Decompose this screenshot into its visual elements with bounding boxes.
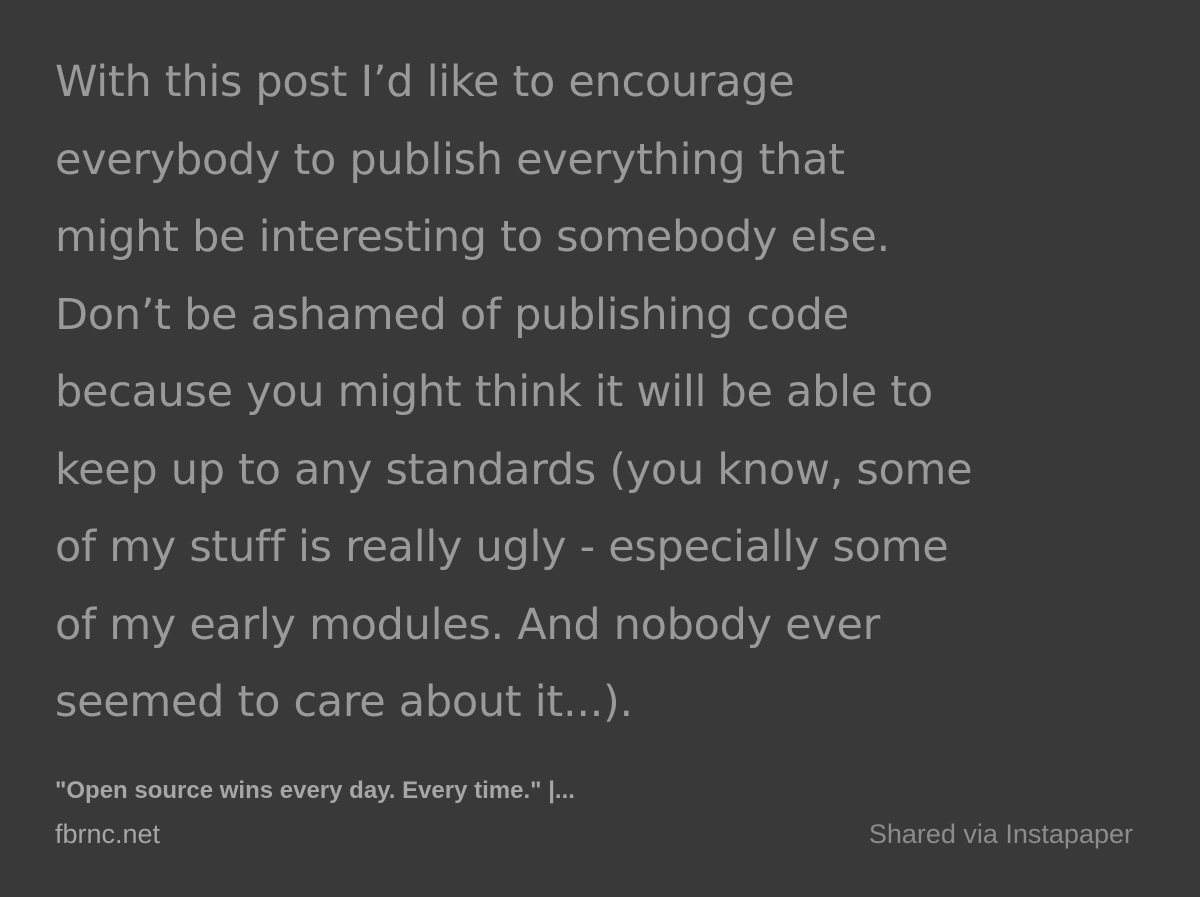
quote-line: because you might think it will be able … (55, 367, 933, 417)
highlighted-quote: With this post I’d like to encourage eve… (55, 44, 1165, 742)
source-article-title[interactable]: "Open source wins every day. Every time.… (55, 777, 575, 805)
quote-line: seemed to care about it...). (55, 677, 633, 727)
shared-via-instapaper: Shared via Instapaper (868, 819, 1133, 849)
quote-line: everybody to publish everything that (55, 134, 845, 185)
quote-line: might be interesting to somebody else. (55, 212, 890, 262)
quote-line: of my early modules. And nobody ever (55, 599, 880, 650)
quote-line: of my stuff is really ugly - especially … (55, 522, 949, 572)
source-domain-link[interactable]: fbrnc.net (55, 819, 160, 850)
instapaper-share-card: With this post I’d like to encourage eve… (0, 0, 1200, 897)
quote-line: With this post I’d like to encourage (55, 57, 795, 107)
quote-line: Don’t be ashamed of publishing code (55, 289, 849, 340)
quote-line: keep up to any standards (you know, some (55, 444, 973, 495)
